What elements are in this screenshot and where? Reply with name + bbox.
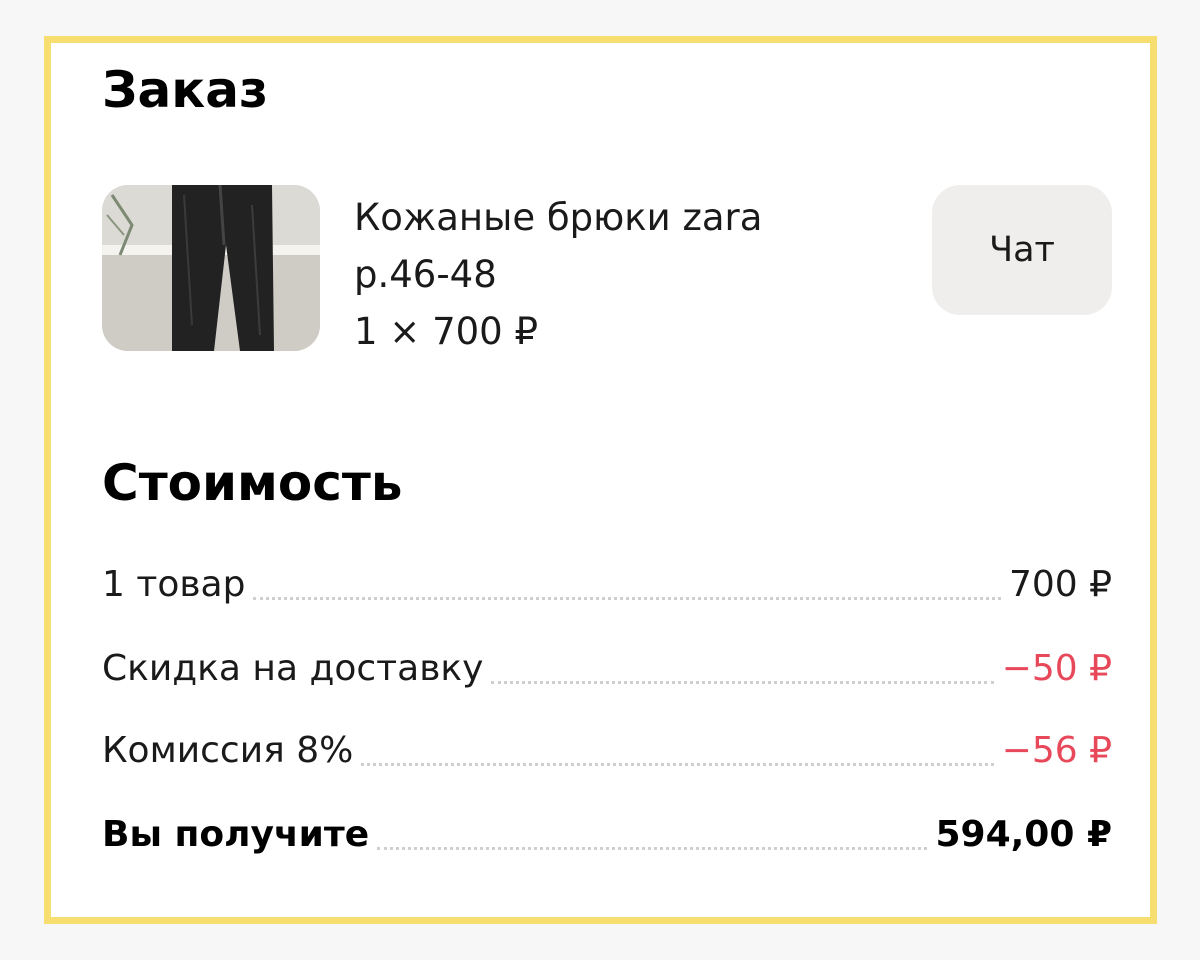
item-name[interactable]: Кожаные брюки zara: [354, 189, 874, 246]
total-label: Вы получите: [102, 814, 370, 855]
item-info: Кожаные брюки zara р.46-48 1 × 700 ₽: [354, 189, 874, 360]
dotted-leader: [361, 762, 994, 766]
cost-title: Стоимость: [102, 454, 403, 512]
item-quantity-price: 1 × 700 ₽: [354, 310, 538, 353]
order-card: Заказ Кожаные брюки zara р.46-48 1 × 700…: [44, 36, 1157, 924]
order-title: Заказ: [102, 61, 268, 119]
price-row-value: 700 ₽: [1008, 564, 1112, 605]
price-row-value: −50 ₽: [1001, 648, 1112, 689]
dotted-leader: [377, 846, 928, 850]
dotted-leader: [491, 680, 994, 684]
price-row-label: Комиссия 8%: [102, 730, 354, 771]
chat-button[interactable]: Чат: [932, 185, 1112, 315]
leather-pants-photo-icon: [102, 185, 320, 351]
item-size: р.46-48: [354, 253, 497, 296]
dotted-leader: [253, 596, 1001, 600]
price-row-label: 1 товар: [102, 564, 246, 605]
price-row-items: 1 товар 700 ₽: [102, 563, 1112, 607]
price-row-commission: Комиссия 8% −56 ₽: [102, 729, 1112, 773]
total-value: 594,00 ₽: [935, 814, 1112, 855]
price-row-total: Вы получите 594,00 ₽: [102, 813, 1112, 857]
product-thumbnail[interactable]: [102, 185, 320, 351]
price-row-value: −56 ₽: [1001, 730, 1112, 771]
price-row-label: Скидка на доставку: [102, 648, 484, 689]
price-row-delivery-discount: Скидка на доставку −50 ₽: [102, 647, 1112, 691]
